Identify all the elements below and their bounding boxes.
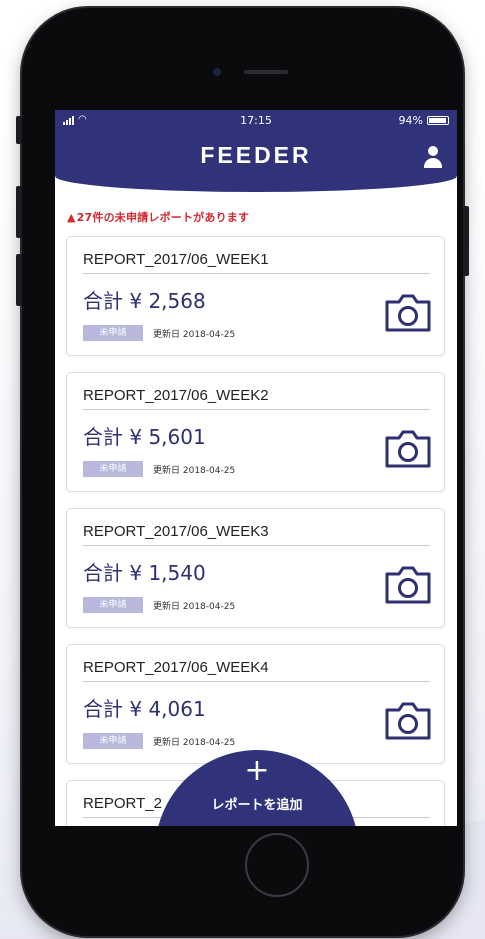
status-time: 17:15: [240, 114, 272, 127]
camera-icon[interactable]: [384, 429, 432, 469]
alert-text: 27件の未申請レポートがあります: [76, 211, 250, 224]
camera-icon[interactable]: [384, 565, 432, 605]
add-report-button[interactable]: + レポートを追加: [155, 750, 359, 826]
plus-icon: +: [244, 753, 270, 788]
report-total: 合計 ¥ 4,061: [83, 697, 206, 721]
home-button[interactable]: [245, 833, 309, 897]
updated-date: 更新日 2018-04-25: [153, 466, 236, 476]
battery-icon: [427, 116, 449, 125]
user-profile-icon[interactable]: [423, 146, 443, 168]
divider: [83, 681, 430, 682]
status-badge: 未申請: [83, 461, 143, 477]
status-badge: 未申請: [83, 325, 143, 341]
report-card[interactable]: REPORT_2017/06_WEEK2 合計 ¥ 5,601 未申請 更新日 …: [66, 372, 445, 492]
warning-triangle-icon: ▲: [67, 211, 76, 224]
app-screen: ◠ 17:15 94% FEEDER ▲27件の未申請レポートがあります REP…: [55, 110, 457, 826]
report-card[interactable]: REPORT_2017/06_WEEK1 合計 ¥ 2,568 未申請 更新日 …: [66, 236, 445, 356]
updated-date: 更新日 2018-04-25: [153, 330, 236, 340]
report-title: REPORT_2017/06_WEEK4: [83, 659, 269, 676]
updated-date: 更新日 2018-04-25: [153, 738, 236, 748]
status-badge: 未申請: [83, 597, 143, 613]
silent-switch: [16, 116, 22, 144]
status-badge: 未申請: [83, 733, 143, 749]
report-title: REPORT_2: [83, 795, 162, 812]
power-button: [463, 206, 469, 276]
unsubmitted-alert: ▲27件の未申請レポートがあります: [67, 209, 249, 225]
divider: [83, 273, 430, 274]
updated-date: 更新日 2018-04-25: [153, 602, 236, 612]
status-battery: 94%: [399, 114, 449, 127]
add-report-label: レポートを追加: [211, 798, 303, 813]
report-title: REPORT_2017/06_WEEK2: [83, 387, 269, 404]
status-bar: ◠ 17:15 94%: [55, 110, 457, 132]
battery-percent: 94%: [398, 114, 423, 127]
camera-icon[interactable]: [384, 293, 432, 333]
camera-icon[interactable]: [384, 701, 432, 741]
volume-down-button: [16, 254, 22, 306]
report-card[interactable]: REPORT_2017/06_WEEK3 合計 ¥ 1,540 未申請 更新日 …: [66, 508, 445, 628]
report-title: REPORT_2017/06_WEEK3: [83, 523, 269, 540]
divider: [83, 409, 430, 410]
report-title: REPORT_2017/06_WEEK1: [83, 251, 269, 268]
report-card[interactable]: REPORT_2017/06_WEEK4 合計 ¥ 4,061 未申請 更新日 …: [66, 644, 445, 764]
report-total: 合計 ¥ 5,601: [83, 425, 206, 449]
volume-up-button: [16, 186, 22, 238]
app-header: ◠ 17:15 94% FEEDER: [55, 110, 457, 192]
report-total: 合計 ¥ 2,568: [83, 289, 206, 313]
earpiece-speaker: [244, 70, 288, 74]
app-title: FEEDER: [200, 142, 312, 168]
report-total: 合計 ¥ 1,540: [83, 561, 206, 585]
front-camera: [213, 68, 221, 76]
divider: [83, 545, 430, 546]
